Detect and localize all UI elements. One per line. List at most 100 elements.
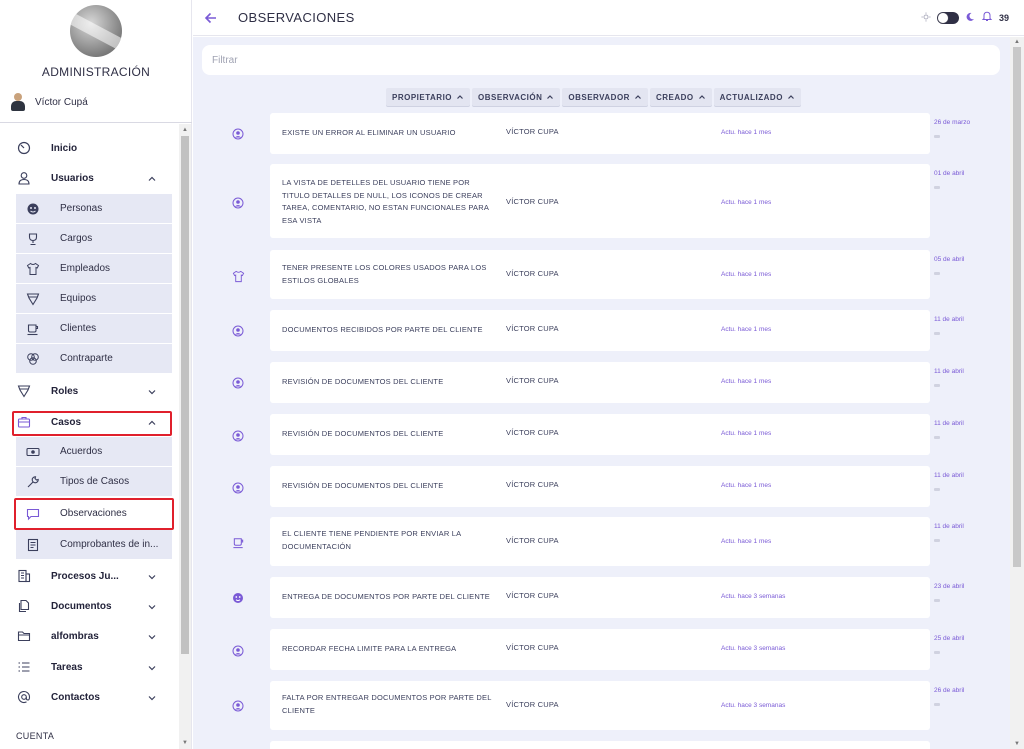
table-row[interactable]: LA VISTA DE DETELLES DEL USUARIO TIENE P… [193,164,1010,238]
user-icon [16,170,32,186]
scroll-down-icon[interactable]: ▼ [1014,741,1020,747]
observation-card[interactable]: EXISTE UN ERROR AL ELIMINAR UN USUARIO V… [270,113,930,154]
created-date: 26 de marzo [934,119,971,126]
scrollbar-thumb[interactable] [1013,47,1021,567]
observation-card[interactable]: REVISIÓN DE DOCUMENTOS DEL CLIENTE VÍCTO… [270,466,930,507]
sidebar-item-personas[interactable]: Personas [16,194,172,224]
date-placeholder [934,703,940,706]
chevron-down-icon[interactable] [146,691,158,703]
sort-propietario-button[interactable]: PROPIETARIO [386,88,471,106]
observer-name: VÍCTOR CUPA [506,324,559,333]
sort-observador-button[interactable]: OBSERVADOR [562,88,648,106]
table-row[interactable]: REVISIÓN DE DOCUMENTOS DEL CLIENTE VÍCTO… [193,466,1010,507]
table-row[interactable]: RECORDAR FECHA LIMITE PARA LA ENTREGA VÍ… [193,629,1010,670]
filter-box[interactable] [202,45,1000,75]
main-scrollbar[interactable]: ▲ ▼ [1010,37,1024,749]
shirt-icon [231,269,245,283]
table-row[interactable]: DOCUMENTOS RECIBIDOS POR PARTE DEL CLIEN… [193,310,1010,351]
sidebar-item-observaciones[interactable]: Observaciones [16,499,172,529]
chevron-down-icon[interactable] [146,630,158,642]
sidebar-divider [0,122,192,123]
table-row[interactable]: EXISTE UN ERROR AL ELIMINAR UN USUARIO V… [193,113,1010,154]
observation-card[interactable]: EL CLIENTE TIENE PENDIENTE POR ENVIAR LA… [270,517,930,566]
sidebar-item-empleados[interactable]: Empleados [16,254,172,284]
back-arrow-icon[interactable] [203,10,219,26]
observation-card[interactable] [270,741,930,749]
sort-observacion-button[interactable]: OBSERVACIÓN [472,88,561,106]
table-row[interactable]: FALTA POR ENTREGAR DOCUMENTOS POR PARTE … [193,681,1010,730]
caret-up-icon [547,95,554,99]
company-logo [70,5,122,57]
table-row[interactable]: EL CLIENTE TIENE PENDIENTE POR ENVIAR LA… [193,517,1010,566]
chevron-down-icon[interactable] [146,661,158,673]
observation-card[interactable]: REVISIÓN DE DOCUMENTOS DEL CLIENTE VÍCTO… [270,414,930,455]
created-date: 11 de abril [934,523,964,530]
observer-name: VÍCTOR CUPA [506,376,559,385]
sidebar-item-acuerdos[interactable]: Acuerdos [16,437,172,467]
table-row[interactable]: REVISIÓN DE DOCUMENTOS DEL CLIENTE VÍCTO… [193,414,1010,455]
observer-name: VÍCTOR CUPA [506,127,559,136]
scroll-up-icon[interactable]: ▲ [182,127,188,133]
updated-text: Actu. hace 1 mes [721,538,772,545]
sidebar-item-label: Empleados [60,263,111,274]
chevron-up-icon[interactable] [146,416,158,428]
observation-card[interactable]: RECORDAR FECHA LIMITE PARA LA ENTREGA VÍ… [270,629,930,670]
observation-card[interactable]: ENTREGA DE DOCUMENTOS POR PARTE DEL CLIE… [270,577,930,618]
observation-text: EL CLIENTE TIENE PENDIENTE POR ENVIAR LA… [282,529,461,551]
chevron-down-icon[interactable] [146,385,158,397]
sort-creado-button[interactable]: CREADO [649,88,712,106]
bell-icon[interactable] [981,9,993,27]
sidebar-item-label: Observaciones [60,508,127,519]
observation-card[interactable]: FALTA POR ENTREGAR DOCUMENTOS POR PARTE … [270,681,930,730]
observation-card[interactable]: REVISIÓN DE DOCUMENTOS DEL CLIENTE VÍCTO… [270,362,930,403]
updated-text: Actu. hace 1 mes [721,326,772,333]
table-row[interactable]: TENER PRESENTE LOS COLORES USADOS PARA L… [193,250,1010,299]
theme-toggle[interactable] [936,12,959,24]
table-row[interactable]: REVISIÓN DE DOCUMENTOS DEL CLIENTE VÍCTO… [193,362,1010,403]
date-placeholder [934,599,940,602]
sidebar-item-tipos-de-casos[interactable]: Tipos de Casos [16,467,172,497]
current-user[interactable]: Víctor Cupá [10,93,88,111]
chevron-down-icon[interactable] [146,570,158,582]
scrollbar-thumb[interactable] [181,136,189,654]
sidebar-item-inicio[interactable]: Inicio [0,133,178,163]
documents-icon [16,598,32,614]
table-row[interactable] [193,741,1010,749]
table-row[interactable]: ENTREGA DE DOCUMENTOS POR PARTE DEL CLIE… [193,577,1010,618]
sidebar-item-tareas[interactable]: Tareas [0,652,178,682]
sidebar-item-procesos[interactable]: Procesos Ju... [0,561,178,591]
sidebar-item-contactos[interactable]: Contactos [0,682,178,712]
sidebar-item-contraparte[interactable]: Contraparte [16,344,172,374]
chevron-up-icon[interactable] [146,172,158,184]
observer-name: VÍCTOR CUPA [506,428,559,437]
building-icon [16,568,32,584]
observation-card[interactable]: DOCUMENTOS RECIBIDOS POR PARTE DEL CLIEN… [270,310,930,351]
observation-card[interactable]: LA VISTA DE DETELLES DEL USUARIO TIENE P… [270,164,930,238]
chevron-down-icon[interactable] [146,600,158,612]
date-placeholder [934,384,940,387]
sidebar-item-clientes[interactable]: Clientes [16,314,172,344]
filter-input[interactable] [202,45,1000,75]
scroll-up-icon[interactable]: ▲ [1014,39,1020,45]
sort-actualizado-button[interactable]: ACTUALIZADO [713,88,801,106]
face-icon [25,201,41,217]
circles-icon [25,351,41,367]
sidebar-item-label: Documentos [51,600,112,612]
sidebar-item-documentos[interactable]: Documentos [0,591,178,621]
sidebar-item-equipos[interactable]: Equipos [16,284,172,314]
face-icon [231,591,245,605]
sidebar-item-alfombras[interactable]: alfombras [0,621,178,651]
observer-name: VÍCTOR CUPA [506,269,559,278]
sidebar-item-usuarios[interactable]: Usuarios [0,163,178,193]
folder-icon [16,628,32,644]
scroll-down-icon[interactable]: ▼ [182,740,188,746]
sidebar-item-roles[interactable]: Roles [0,376,178,406]
sidebar-item-casos[interactable]: Casos [0,407,178,437]
sidebar-scrollbar[interactable]: ▲ ▼ [179,124,191,749]
sidebar-item-comprobantes[interactable]: Comprobantes de in... [16,530,172,560]
updated-text: Actu. hace 3 semanas [721,702,786,709]
date-placeholder [934,436,940,439]
sidebar-item-cargos[interactable]: Cargos [16,224,172,254]
person-icon [231,196,245,210]
observation-card[interactable]: TENER PRESENTE LOS COLORES USADOS PARA L… [270,250,930,299]
